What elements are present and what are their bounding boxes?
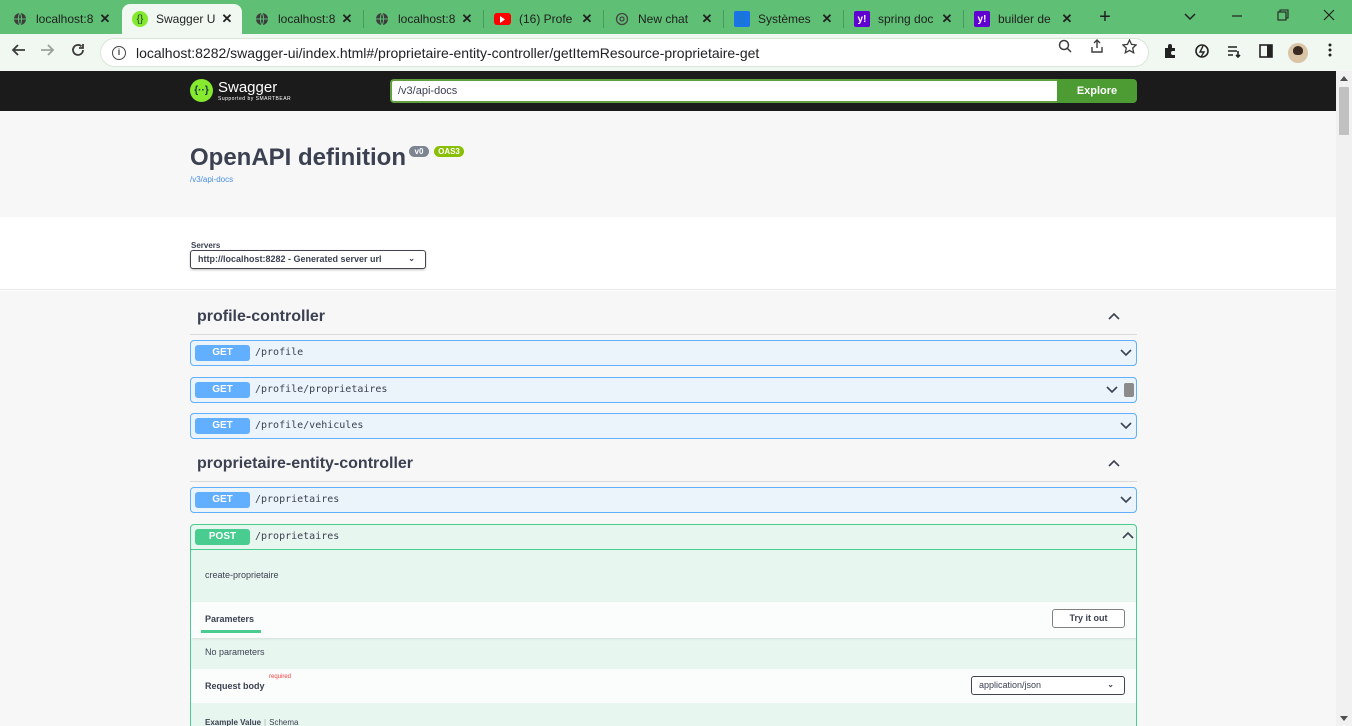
content-type-select[interactable]: application/json ⌄ [971,676,1125,695]
browser-tab[interactable]: y! builder de ✕ [964,4,1082,34]
browser-tab[interactable]: localhost:8 ✕ [364,4,482,34]
chevron-down-icon: ⌄ [1107,680,1114,689]
chevron-down-icon[interactable] [1120,493,1132,505]
browser-tab-bar: localhost:8 ✕ {} Swagger U ✕ localhost:8… [0,0,1352,34]
no-parameters-text: No parameters [205,647,265,657]
contact-icon: 👤 [734,11,750,27]
swagger-logo[interactable]: {··} Swagger Supported by SMARTBEAR [190,79,291,102]
youtube-icon [494,13,511,25]
new-tab-button[interactable]: + [1094,6,1116,28]
explore-button[interactable]: Explore [1057,79,1137,103]
operation-get-profile-vehicules[interactable]: GET /profile/vehicules [190,413,1137,439]
chevron-down-icon[interactable] [1120,419,1132,431]
profile-avatar[interactable] [1288,43,1308,63]
share-icon[interactable] [1088,39,1106,57]
servers-section: Servers http://localhost:8282 - Generate… [0,217,1336,290]
request-body-label: Request body [205,681,265,691]
back-arrow-icon[interactable] [8,42,30,64]
close-tab-icon[interactable]: ✕ [460,11,474,27]
operation-post-proprietaires: POST /proprietaires create-proprietaire … [190,524,1137,726]
copy-icon[interactable] [1124,383,1134,397]
tab-example-value[interactable]: Example Value [205,718,261,726]
browser-tab[interactable]: (16) Profe ✕ [484,4,602,34]
forward-arrow-icon[interactable] [36,42,58,64]
browser-tab[interactable]: localhost:8 ✕ [2,4,120,34]
api-info: OpenAPI definition v0 OAS3 /v3/api-docs [0,111,1336,217]
request-body-header: Request body required application/json ⌄ [191,669,1136,703]
parameters-header: Parameters Try it out [191,602,1136,638]
close-tab-icon[interactable]: ✕ [940,11,954,27]
side-panel-icon[interactable] [1257,43,1275,61]
globe-icon [12,11,28,27]
tab-schema[interactable]: Schema [269,718,298,726]
required-marker: required [269,674,292,680]
oas-badge: OAS3 [434,146,464,157]
scrollbar-thumb[interactable] [1339,87,1349,135]
chevron-up-icon[interactable] [1122,530,1134,542]
extension-icon[interactable] [1193,43,1211,61]
scroll-down-arrow-icon[interactable] [1340,716,1348,721]
browser-menu-icon[interactable] [1321,43,1339,61]
operation-description: create-proprietaire [205,570,279,580]
bookmark-star-icon[interactable] [1120,38,1138,57]
browser-tab[interactable]: 👤 Systèmes ✕ [724,4,842,34]
operation-post-header[interactable]: POST /proprietaires [191,525,1136,550]
address-bar[interactable]: i localhost:8282/swagger-ui/index.html#/… [100,38,1149,67]
swagger-icon: {} [132,11,148,27]
scroll-up-arrow-icon[interactable] [1340,76,1348,81]
tab-parameters[interactable]: Parameters [205,614,254,624]
page-scrollbar[interactable] [1336,71,1352,726]
chevron-down-icon[interactable] [1106,383,1118,395]
reading-list-icon[interactable] [1225,43,1243,61]
close-tab-icon[interactable]: ✕ [820,11,834,27]
swagger-page: {··} Swagger Supported by SMARTBEAR /v3/… [0,71,1336,726]
tag-profile-controller[interactable]: profile-controller [190,308,1137,335]
page-title: OpenAPI definition [190,144,406,171]
servers-label: Servers [191,241,221,250]
close-tab-icon[interactable]: ✕ [700,11,714,27]
tab-underline [201,630,261,633]
swagger-topbar: {··} Swagger Supported by SMARTBEAR /v3/… [0,71,1336,111]
close-tab-icon[interactable]: ✕ [98,11,112,27]
minimize-icon[interactable] [1226,6,1248,26]
close-window-icon[interactable] [1318,6,1340,26]
operation-get-proprietaires[interactable]: GET /proprietaires [190,487,1137,513]
operation-get-profile[interactable]: GET /profile [190,340,1137,366]
yahoo-icon: y! [974,11,990,27]
globe-icon [254,11,270,27]
chevron-down-icon[interactable] [1120,346,1132,358]
tab-search-chevron-icon[interactable] [1179,6,1201,26]
browser-tab[interactable]: localhost:8 ✕ [244,4,362,34]
browser-tab[interactable]: y! spring doc ✕ [844,4,962,34]
reload-icon[interactable] [67,42,89,64]
chevron-down-icon: ⌄ [408,254,415,263]
chevron-up-icon[interactable] [1108,309,1120,323]
browser-toolbar: i localhost:8282/swagger-ui/index.html#/… [0,34,1352,71]
swagger-logo-icon: {··} [190,79,213,102]
operations-area: profile-controller GET /profile GET /pro… [0,291,1336,726]
close-tab-icon[interactable]: ✕ [580,11,594,27]
try-it-out-button[interactable]: Try it out [1052,609,1125,628]
servers-select[interactable]: http://localhost:8282 - Generated server… [190,250,426,269]
spec-link[interactable]: /v3/api-docs [190,175,233,184]
yahoo-icon: y! [854,11,870,27]
chatgpt-icon [614,11,630,27]
globe-icon [374,11,390,27]
extensions-puzzle-icon[interactable] [1161,43,1179,61]
version-badge: v0 [409,146,429,157]
operation-get-profile-proprietaires[interactable]: GET /profile/proprietaires [190,377,1137,403]
chevron-up-icon[interactable] [1108,456,1120,470]
spec-url-input[interactable]: /v3/api-docs [390,79,1058,103]
search-zoom-icon[interactable] [1056,39,1074,57]
example-tabs: Example Value | Schema [205,718,299,726]
restore-icon[interactable] [1272,6,1294,26]
tag-proprietaire-entity-controller[interactable]: proprietaire-entity-controller [190,455,1137,482]
browser-tab-active[interactable]: {} Swagger U ✕ [122,4,242,34]
close-tab-icon[interactable]: ✕ [340,11,354,27]
site-info-icon[interactable]: i [112,45,126,60]
close-tab-icon[interactable]: ✕ [1060,11,1074,27]
close-tab-icon[interactable]: ✕ [220,11,234,27]
browser-tab[interactable]: New chat ✕ [604,4,722,34]
